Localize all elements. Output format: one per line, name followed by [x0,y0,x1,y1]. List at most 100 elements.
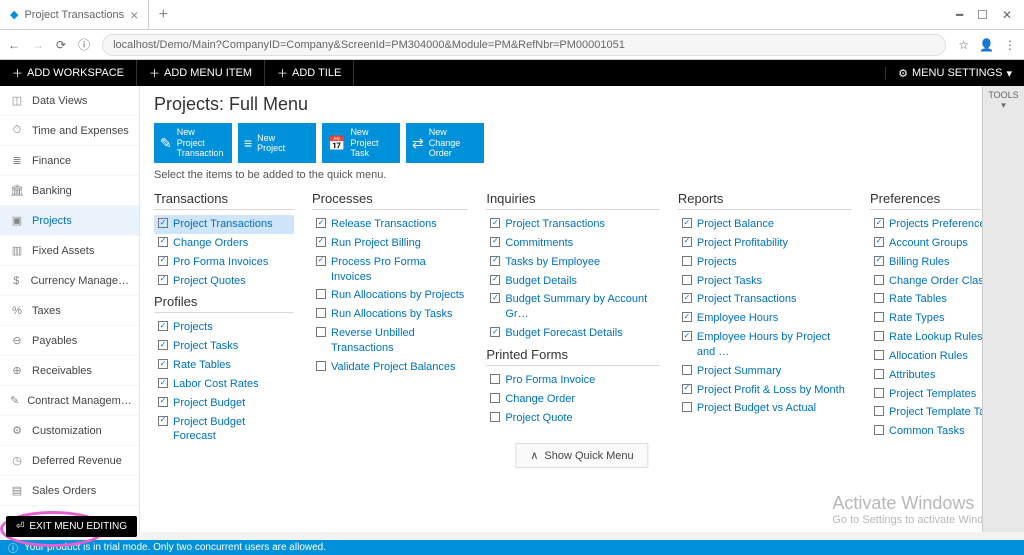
reload-icon[interactable]: ⟳ [56,38,66,52]
checkbox-icon[interactable] [874,369,884,379]
menu-item[interactable]: Labor Cost Rates [154,375,294,394]
menu-item[interactable]: Employee Hours [678,309,852,328]
maximize-icon[interactable]: ☐ [977,8,988,22]
checkbox-icon[interactable] [490,393,500,403]
checkbox-icon[interactable] [158,359,168,369]
checkbox-icon[interactable] [874,256,884,266]
checkbox-icon[interactable] [682,218,692,228]
checkbox-icon[interactable] [874,218,884,228]
checkbox-icon[interactable] [682,237,692,247]
checkbox-icon[interactable] [490,327,500,337]
checkbox-icon[interactable] [682,275,692,285]
tools-panel[interactable]: TOOLS ▾ [982,86,1024,532]
checkbox-icon[interactable] [316,218,326,228]
add-workspace-button[interactable]: ＋ADD WORKSPACE [0,60,137,86]
checkbox-icon[interactable] [316,308,326,318]
menu-item[interactable]: Change Order [486,390,660,409]
sidebar-item[interactable]: ▣Projects [0,206,139,236]
sidebar-item[interactable]: ◷Deferred Revenue [0,446,139,476]
sidebar-item[interactable]: ▤Sales Orders [0,476,139,506]
checkbox-icon[interactable] [874,312,884,322]
menu-item[interactable]: Run Allocations by Tasks [312,305,468,324]
menu-item[interactable]: Tasks by Employee [486,253,660,272]
sidebar-item[interactable]: ⊕Receivables [0,356,139,386]
sidebar-item[interactable]: $Currency Manage… [0,266,139,296]
menu-item[interactable]: Process Pro Forma Invoices [312,253,468,287]
sidebar-item[interactable]: ◫Data Views [0,86,139,116]
url-input[interactable]: localhost/Demo/Main?CompanyID=Company&Sc… [102,34,946,56]
checkbox-icon[interactable] [682,256,692,266]
quick-tile[interactable]: ⇄NewChangeOrder [406,123,484,163]
sidebar-item[interactable]: ▥Fixed Assets [0,236,139,266]
checkbox-icon[interactable] [158,378,168,388]
menu-item[interactable]: Run Project Billing [312,234,468,253]
checkbox-icon[interactable] [316,361,326,371]
menu-item[interactable]: Project Transactions [486,215,660,234]
browser-tab[interactable]: ◆ Project Transactions × [0,0,149,29]
checkbox-icon[interactable] [316,237,326,247]
minimize-icon[interactable]: ━ [956,8,963,22]
menu-item[interactable]: Project Transactions [154,215,294,234]
checkbox-icon[interactable] [158,321,168,331]
checkbox-icon[interactable] [874,293,884,303]
sidebar-item[interactable]: ⚙Customization [0,416,139,446]
checkbox-icon[interactable] [874,350,884,360]
checkbox-icon[interactable] [682,384,692,394]
menu-dots-icon[interactable]: ⋮ [1004,38,1016,52]
tab-close-icon[interactable]: × [130,7,138,23]
show-quick-menu-button[interactable]: ∧Show Quick Menu [515,443,648,468]
menu-item[interactable]: Projects [154,318,294,337]
menu-item[interactable]: Release Transactions [312,215,468,234]
info-icon[interactable]: ⓘ [78,36,90,53]
checkbox-icon[interactable] [490,374,500,384]
menu-item[interactable]: Project Profit & Loss by Month [678,381,852,400]
sidebar-item[interactable]: 🏛Banking [0,176,139,206]
add-tile-button[interactable]: ＋ADD TILE [265,60,354,86]
menu-item[interactable]: Change Orders [154,234,294,253]
menu-item[interactable]: Project Budget Forecast [154,413,294,447]
close-icon[interactable]: ✕ [1002,8,1012,22]
checkbox-icon[interactable] [874,331,884,341]
nav-forward-icon[interactable]: → [32,38,44,52]
new-tab-button[interactable]: + [149,6,177,24]
menu-item[interactable]: Project Balance [678,215,852,234]
checkbox-icon[interactable] [490,412,500,422]
sidebar-item[interactable]: ✎Contract Managem… [0,386,139,416]
nav-back-icon[interactable]: ← [8,38,20,52]
menu-item[interactable]: Project Quote [486,409,660,428]
menu-item[interactable]: Project Summary [678,362,852,381]
menu-item[interactable]: Pro Forma Invoice [486,371,660,390]
checkbox-icon[interactable] [682,365,692,375]
menu-item[interactable]: Budget Summary by Account Gr… [486,290,660,324]
checkbox-icon[interactable] [158,416,168,426]
checkbox-icon[interactable] [682,402,692,412]
checkbox-icon[interactable] [316,327,326,337]
checkbox-icon[interactable] [874,275,884,285]
quick-tile[interactable]: ≡NewProject [238,123,316,163]
sidebar-item[interactable]: ≣Finance [0,146,139,176]
menu-item[interactable]: Project Tasks [678,272,852,291]
menu-item[interactable]: Validate Project Balances [312,358,468,377]
sidebar-item[interactable]: ⏱Time and Expenses [0,116,139,146]
checkbox-icon[interactable] [158,256,168,266]
checkbox-icon[interactable] [682,293,692,303]
menu-item[interactable]: Project Transactions [678,290,852,309]
quick-tile[interactable]: ✎NewProjectTransaction [154,123,232,163]
add-menu-item-button[interactable]: ＋ADD MENU ITEM [137,60,265,86]
checkbox-icon[interactable] [158,397,168,407]
menu-item[interactable]: Budget Details [486,272,660,291]
menu-item[interactable]: Pro Forma Invoices [154,253,294,272]
menu-item[interactable]: Run Allocations by Projects [312,286,468,305]
checkbox-icon[interactable] [158,275,168,285]
user-icon[interactable]: 👤 [979,38,994,52]
checkbox-icon[interactable] [490,256,500,266]
sidebar-item[interactable]: ⊖Payables [0,326,139,356]
menu-settings-button[interactable]: ⚙MENU SETTINGS▾ [885,67,1024,80]
checkbox-icon[interactable] [158,340,168,350]
checkbox-icon[interactable] [490,275,500,285]
checkbox-icon[interactable] [874,406,884,416]
menu-item[interactable]: Project Quotes [154,272,294,291]
checkbox-icon[interactable] [874,237,884,247]
menu-item[interactable]: Projects [678,253,852,272]
checkbox-icon[interactable] [316,289,326,299]
